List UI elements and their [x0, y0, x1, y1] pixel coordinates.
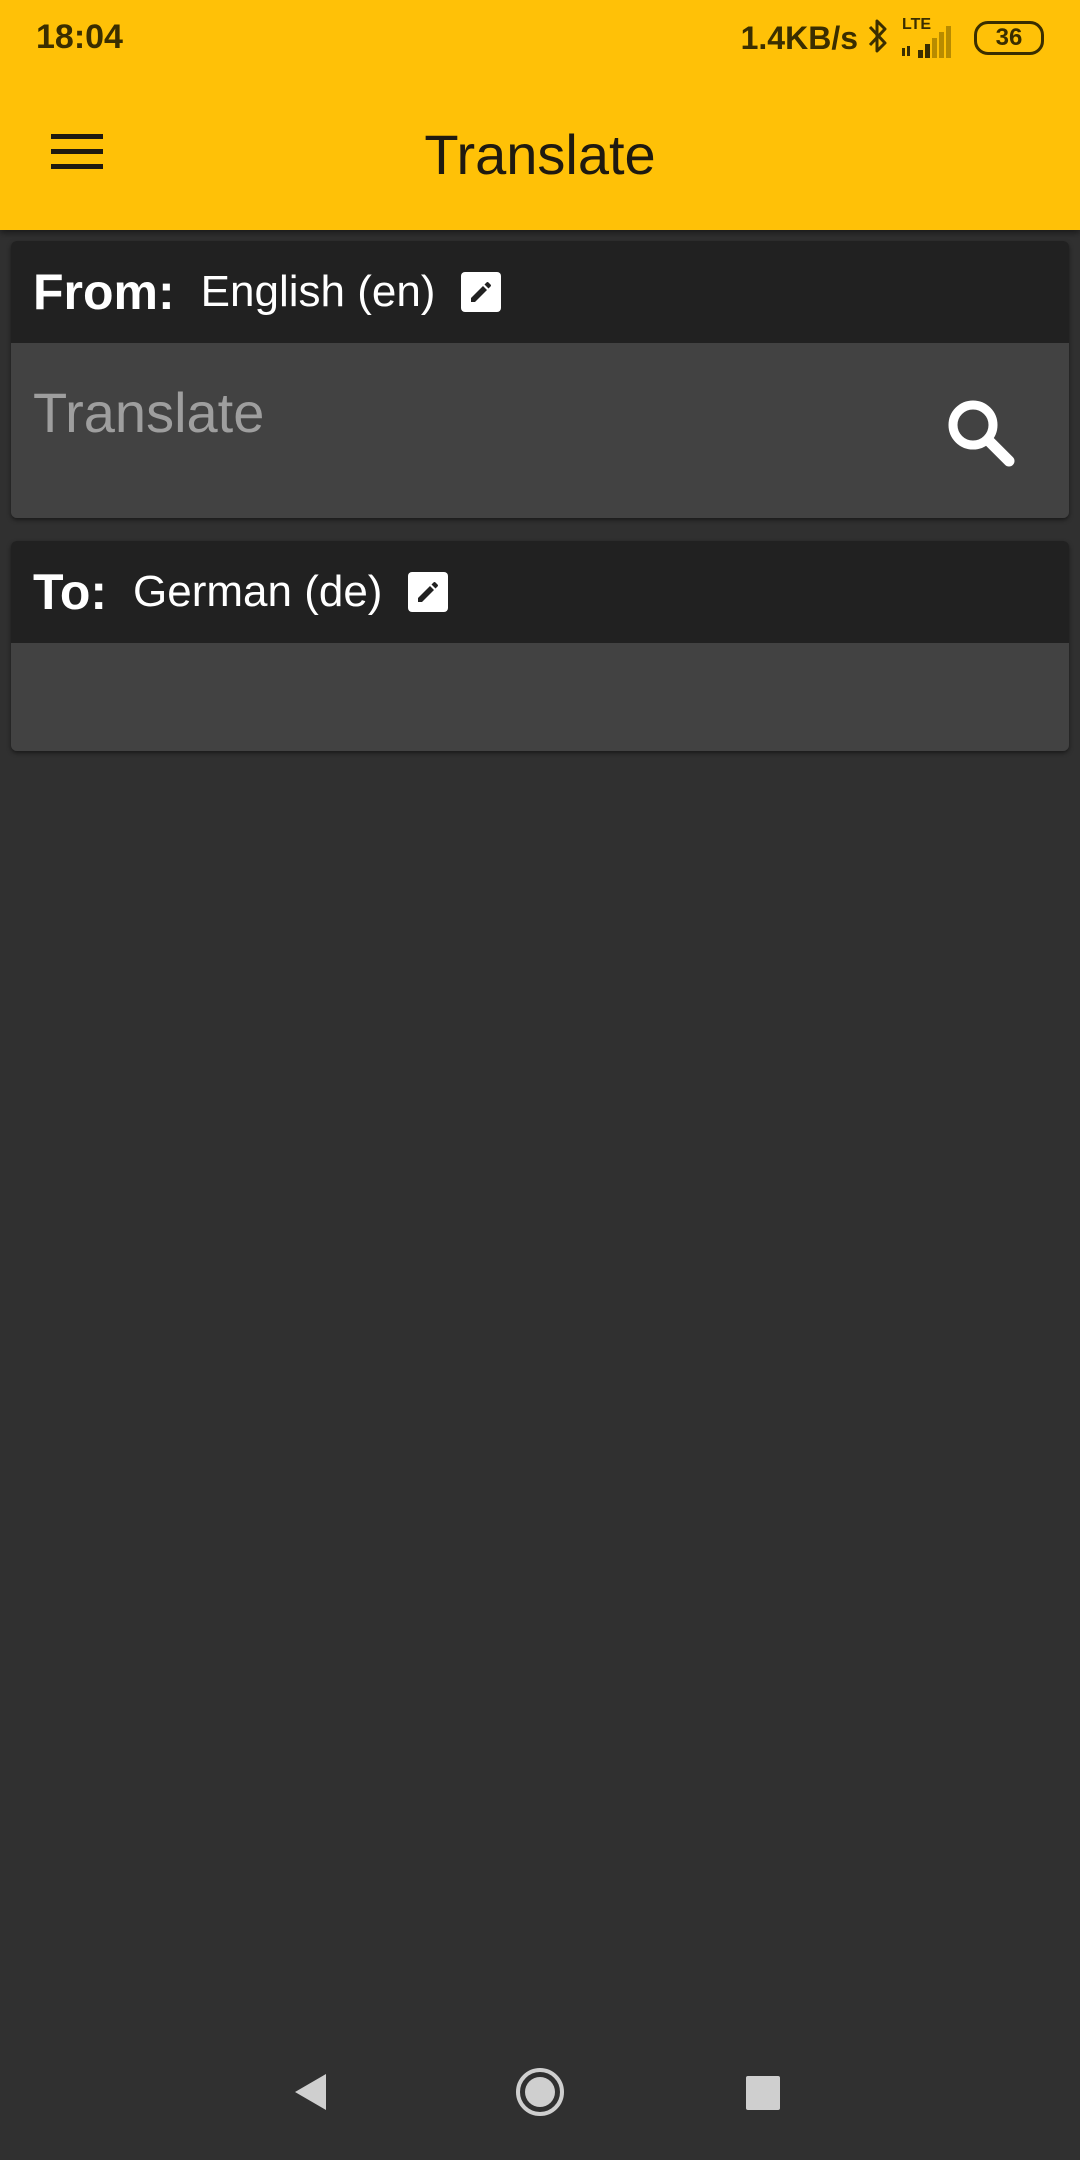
from-card: From: English (en): [11, 241, 1069, 518]
status-indicators: 1.4KB/s LTE 36: [741, 16, 1044, 60]
status-bar: 18:04 1.4KB/s LTE 36: [0, 0, 1080, 78]
signal-icon: LTE: [898, 16, 958, 60]
from-header: From: English (en): [11, 241, 1069, 343]
system-nav-bar: [0, 2020, 1080, 2160]
search-icon[interactable]: [943, 395, 1019, 471]
app-bar: 18:04 1.4KB/s LTE 36 Translate: [0, 0, 1080, 230]
edit-target-language-icon[interactable]: [408, 572, 449, 612]
target-language[interactable]: German (de): [133, 567, 382, 617]
to-header: To: German (de): [11, 541, 1069, 643]
bluetooth-icon: [866, 17, 890, 60]
from-body: [11, 343, 1069, 518]
recents-icon[interactable]: [746, 2076, 780, 2110]
to-card: To: German (de): [11, 541, 1069, 751]
translate-input[interactable]: [33, 367, 873, 457]
home-icon[interactable]: [514, 2066, 566, 2123]
battery-icon: 36: [974, 21, 1044, 55]
status-time: 18:04: [36, 18, 123, 56]
source-language[interactable]: English (en): [201, 267, 436, 317]
to-label: To:: [33, 564, 108, 620]
from-label: From:: [33, 264, 175, 320]
translation-output: [11, 643, 1069, 751]
network-speed: 1.4KB/s: [740, 19, 858, 56]
back-icon[interactable]: [292, 2072, 328, 2117]
page-title: Translate: [424, 123, 656, 186]
battery-level: 36: [995, 24, 1023, 51]
edit-source-language-icon[interactable]: [461, 272, 502, 312]
